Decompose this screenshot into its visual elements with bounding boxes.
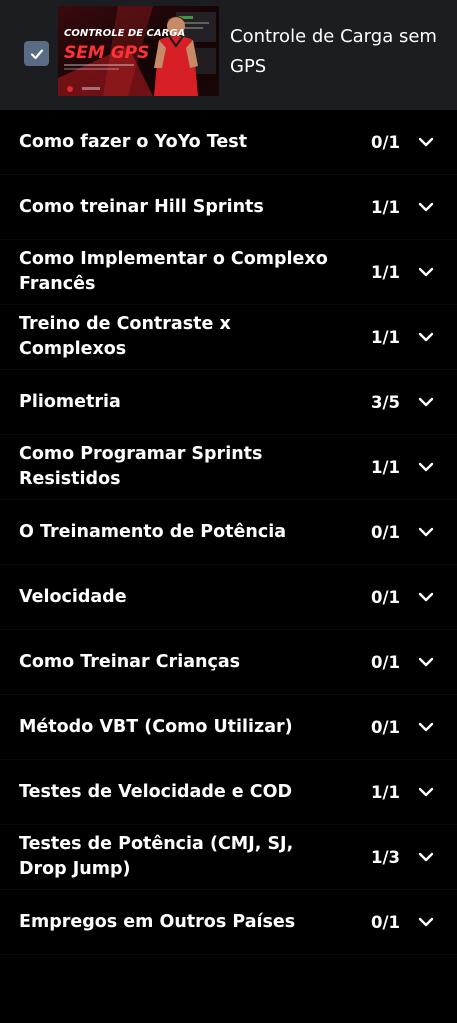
course-checkbox[interactable] bbox=[24, 41, 49, 66]
thumbnail-headline-2: SEM GPS bbox=[64, 43, 149, 63]
module-row[interactable]: Empregos em Outros Países 0/1 bbox=[0, 890, 457, 955]
module-progress: 1/3 bbox=[371, 847, 400, 867]
course-title[interactable]: Controle de Carga sem GPS bbox=[230, 22, 445, 82]
module-row[interactable]: Como Implementar o Complexo Francês 1/1 bbox=[0, 240, 457, 305]
module-title: Treino de Contraste x Complexos bbox=[19, 314, 231, 359]
module-title: Como Treinar Crianças bbox=[19, 651, 241, 672]
module-progress: 0/1 bbox=[371, 717, 400, 737]
chevron-down-icon[interactable] bbox=[417, 133, 435, 151]
chevron-down-icon[interactable] bbox=[417, 653, 435, 671]
module-row[interactable]: Como treinar Hill Sprints 1/1 bbox=[0, 175, 457, 240]
module-progress: 0/1 bbox=[371, 912, 400, 932]
module-progress: 0/1 bbox=[371, 652, 400, 672]
module-row[interactable]: Como Programar Sprints Resistidos 1/1 bbox=[0, 435, 457, 500]
module-title: Pliometria bbox=[19, 391, 121, 412]
module-progress: 1/1 bbox=[371, 782, 400, 802]
module-row[interactable]: Velocidade 0/1 bbox=[0, 565, 457, 630]
module-progress: 0/1 bbox=[371, 522, 400, 542]
module-row[interactable]: O Treinamento de Potência 0/1 bbox=[0, 500, 457, 565]
module-progress: 1/1 bbox=[371, 262, 400, 282]
module-list: Como fazer o YoYo Test 0/1 Como treinar Hi… bbox=[0, 110, 457, 955]
chevron-down-icon[interactable] bbox=[417, 523, 435, 541]
module-row[interactable]: Pliometria 3/5 bbox=[0, 370, 457, 435]
module-row[interactable]: Treino de Contraste x Complexos 1/1 bbox=[0, 305, 457, 370]
chevron-down-icon[interactable] bbox=[417, 718, 435, 736]
module-title: Velocidade bbox=[19, 586, 127, 607]
chevron-down-icon[interactable] bbox=[417, 588, 435, 606]
module-title: Como treinar Hill Sprints bbox=[19, 196, 264, 217]
module-progress: 0/1 bbox=[371, 587, 400, 607]
module-progress: 1/1 bbox=[371, 197, 400, 217]
module-title: Como fazer o YoYo Test bbox=[19, 131, 248, 152]
module-row[interactable]: Como Treinar Crianças 0/1 bbox=[0, 630, 457, 695]
module-row[interactable]: Testes de Potência (CMJ, SJ, Drop Jump) 1… bbox=[0, 825, 457, 890]
module-row[interactable]: Método VBT (Como Utilizar) 0/1 bbox=[0, 695, 457, 760]
module-title: Testes de Potência (CMJ, SJ, Drop Jump) bbox=[19, 834, 294, 879]
module-title: Testes de Velocidade e COD bbox=[19, 781, 293, 802]
chevron-down-icon[interactable] bbox=[417, 263, 435, 281]
chevron-down-icon[interactable] bbox=[417, 848, 435, 866]
chevron-down-icon[interactable] bbox=[417, 328, 435, 346]
course-header: CONTROLE DE CARGA SEM GPS Controle de Ca… bbox=[0, 0, 457, 110]
chevron-down-icon[interactable] bbox=[417, 198, 435, 216]
thumbnail-headline-1: CONTROLE DE CARGA bbox=[64, 28, 185, 39]
module-progress: 1/1 bbox=[371, 457, 400, 477]
module-title: Empregos em Outros Países bbox=[19, 911, 296, 932]
module-progress: 1/1 bbox=[371, 327, 400, 347]
module-row[interactable]: Testes de Velocidade e COD 1/1 bbox=[0, 760, 457, 825]
chevron-down-icon[interactable] bbox=[417, 458, 435, 476]
chevron-down-icon[interactable] bbox=[417, 783, 435, 801]
chevron-down-icon[interactable] bbox=[417, 913, 435, 931]
module-title: Como Implementar o Complexo Francês bbox=[19, 249, 328, 294]
thumbnail-image: CONTROLE DE CARGA SEM GPS bbox=[58, 6, 219, 96]
module-row[interactable]: Como fazer o YoYo Test 0/1 bbox=[0, 110, 457, 175]
chevron-down-icon[interactable] bbox=[417, 393, 435, 411]
module-progress: 3/5 bbox=[371, 392, 400, 412]
module-title: Método VBT (Como Utilizar) bbox=[19, 716, 293, 737]
module-progress: 0/1 bbox=[371, 132, 400, 152]
course-thumbnail[interactable]: CONTROLE DE CARGA SEM GPS bbox=[58, 6, 219, 96]
module-title: Como Programar Sprints Resistidos bbox=[19, 444, 263, 489]
module-title: O Treinamento de Potência bbox=[19, 521, 287, 542]
check-icon bbox=[30, 48, 43, 59]
